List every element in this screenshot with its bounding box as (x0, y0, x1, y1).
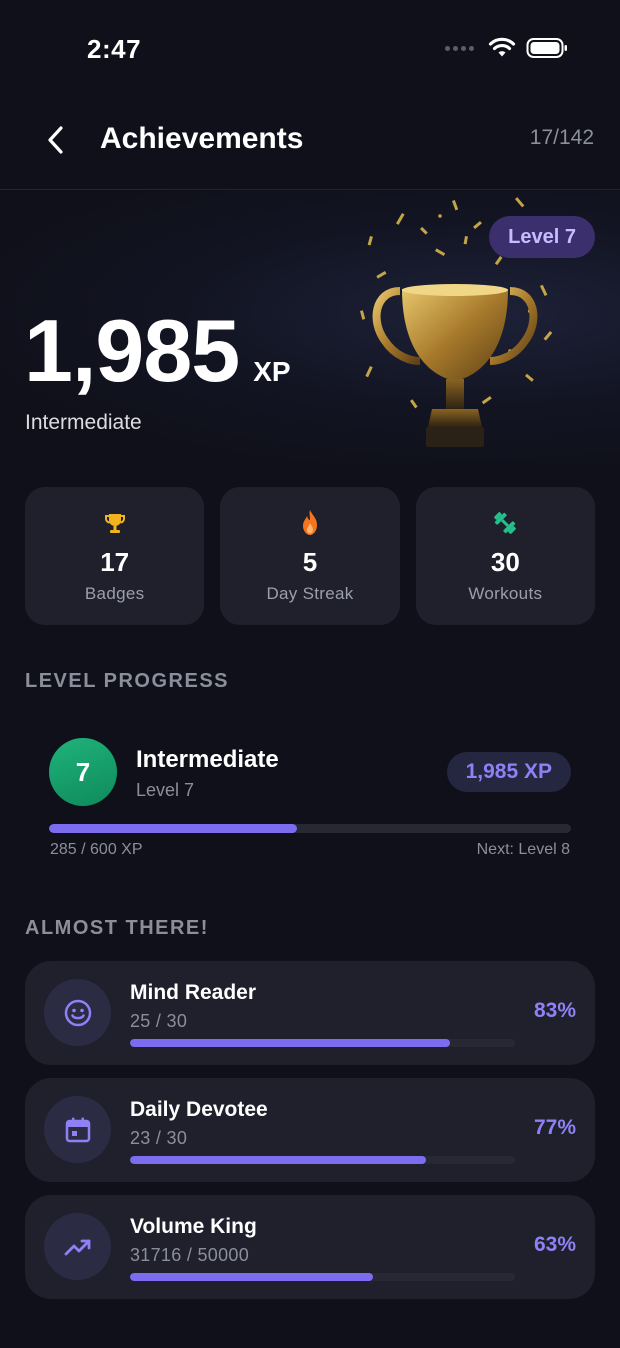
stat-value: 17 (100, 547, 130, 577)
next-level-label: Next: Level 8 (476, 841, 570, 858)
back-button[interactable] (38, 120, 74, 160)
stats-row: 17 Badges 5 Day Streak 30 Workouts (25, 487, 595, 625)
level-badge: Level 7 (489, 216, 595, 258)
achievement-progress-fill (130, 1156, 427, 1164)
stat-value: 30 (490, 547, 520, 577)
battery-icon (526, 38, 567, 58)
achievement-progress-fill (130, 1273, 373, 1281)
list-item[interactable]: Daily Devotee 23 / 30 77% (25, 1078, 595, 1182)
level-progress-bar (49, 824, 571, 833)
level-progress-card: 7 Intermediate Level 7 1,985 XP 285 / 60… (25, 714, 595, 874)
achievement-progress-text: 25 / 30 (130, 1011, 188, 1031)
level-progress-fill (49, 824, 297, 833)
status-time: 2:47 (87, 34, 142, 64)
achievement-progress-text: 31716 / 50000 (130, 1245, 250, 1265)
stat-label: Workouts (468, 584, 543, 603)
xp-unit: XP (253, 356, 291, 387)
list-item[interactable]: Volume King 31716 / 50000 63% (25, 1195, 595, 1299)
achievement-progress-bar (130, 1273, 515, 1281)
stat-value: 5 (302, 547, 318, 577)
smiley-icon (44, 979, 111, 1046)
stat-card-workouts[interactable]: 30 Workouts (415, 487, 595, 625)
achievement-name: Mind Reader (130, 981, 257, 1004)
stat-card-streak[interactable]: 5 Day Streak (220, 487, 400, 625)
level-progress-text: 285 / 600 XP (50, 841, 143, 858)
status-bar: 2:47 (0, 0, 620, 100)
level-name: Intermediate (136, 746, 279, 773)
achievement-percent: 77% (533, 1116, 576, 1139)
calendar-icon (44, 1096, 111, 1163)
list-item[interactable]: Mind Reader 25 / 30 83% (25, 961, 595, 1065)
stat-card-badges[interactable]: 17 Badges (25, 487, 205, 625)
achievement-name: Volume King (130, 1215, 257, 1238)
badge-count: 17/142 (529, 126, 594, 149)
xp-total-pill: 1,985 XP (446, 752, 571, 792)
stat-label: Badges (84, 584, 145, 603)
achievement-percent: 63% (533, 1233, 576, 1256)
trophy-icon (101, 509, 129, 537)
trending-up-icon (44, 1213, 111, 1280)
status-icons (445, 37, 568, 59)
achievement-progress-bar (130, 1039, 515, 1047)
level-progress-heading: LEVEL PROGRESS (25, 670, 230, 692)
almost-there-heading: ALMOST THERE! (25, 917, 209, 939)
xp-total: 1,985 XP (24, 307, 291, 395)
almost-there-list: Mind Reader 25 / 30 83% Daily Devotee 23… (25, 961, 595, 1312)
achievement-name: Daily Devotee (130, 1098, 268, 1121)
xp-value: 1,985 (24, 301, 240, 400)
chevron-left-icon (48, 126, 63, 154)
nav-bar: Achievements 17/142 (0, 100, 620, 190)
xp-hero: Level 7 1,985 XP Intermediate (0, 191, 620, 463)
dumbbell-icon (491, 509, 519, 537)
wifi-icon (488, 37, 516, 57)
signal-icon (445, 45, 474, 51)
achievement-progress-bar (130, 1156, 515, 1164)
level-label: Level 7 (136, 780, 195, 800)
level-number-badge: 7 (49, 738, 117, 806)
achievement-progress-text: 23 / 30 (130, 1128, 188, 1148)
flame-icon (296, 509, 324, 537)
achievement-progress-fill (130, 1039, 450, 1047)
stat-label: Day Streak (266, 584, 354, 603)
page-title: Achievements (100, 122, 304, 155)
achievement-percent: 83% (533, 999, 576, 1022)
rank-label: Intermediate (25, 411, 142, 434)
